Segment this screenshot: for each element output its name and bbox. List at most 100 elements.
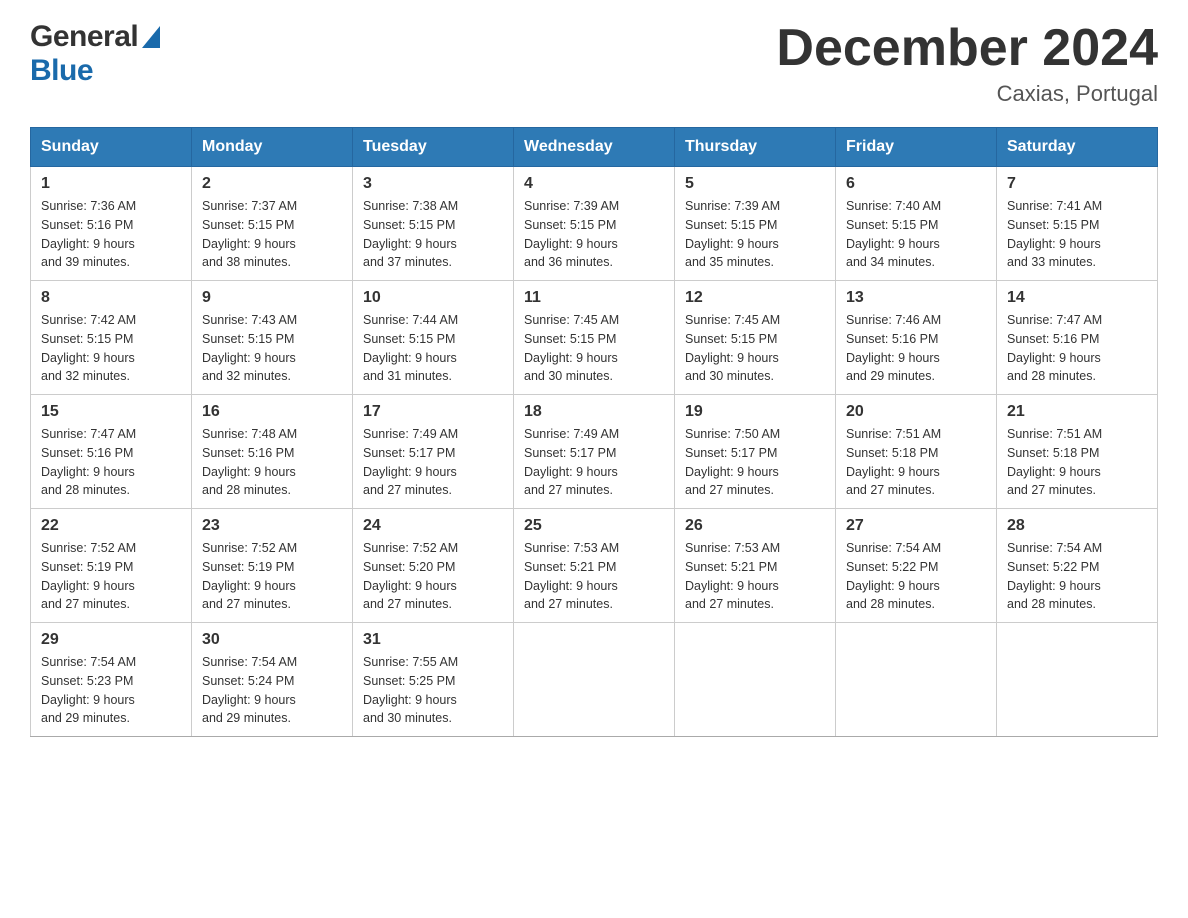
day-info: Sunrise: 7:49 AM Sunset: 5:17 PM Dayligh… bbox=[363, 425, 503, 500]
day-number: 4 bbox=[524, 175, 664, 193]
calendar-cell: 25 Sunrise: 7:53 AM Sunset: 5:21 PM Dayl… bbox=[514, 509, 675, 623]
calendar-cell: 30 Sunrise: 7:54 AM Sunset: 5:24 PM Dayl… bbox=[192, 623, 353, 737]
day-info: Sunrise: 7:49 AM Sunset: 5:17 PM Dayligh… bbox=[524, 425, 664, 500]
day-info: Sunrise: 7:51 AM Sunset: 5:18 PM Dayligh… bbox=[846, 425, 986, 500]
calendar-cell: 9 Sunrise: 7:43 AM Sunset: 5:15 PM Dayli… bbox=[192, 281, 353, 395]
calendar-cell: 26 Sunrise: 7:53 AM Sunset: 5:21 PM Dayl… bbox=[675, 509, 836, 623]
calendar-cell: 18 Sunrise: 7:49 AM Sunset: 5:17 PM Dayl… bbox=[514, 395, 675, 509]
header-wednesday: Wednesday bbox=[514, 128, 675, 167]
calendar-cell: 29 Sunrise: 7:54 AM Sunset: 5:23 PM Dayl… bbox=[31, 623, 192, 737]
calendar-cell: 12 Sunrise: 7:45 AM Sunset: 5:15 PM Dayl… bbox=[675, 281, 836, 395]
calendar-cell: 11 Sunrise: 7:45 AM Sunset: 5:15 PM Dayl… bbox=[514, 281, 675, 395]
header-monday: Monday bbox=[192, 128, 353, 167]
calendar-cell: 3 Sunrise: 7:38 AM Sunset: 5:15 PM Dayli… bbox=[353, 167, 514, 281]
calendar-cell: 20 Sunrise: 7:51 AM Sunset: 5:18 PM Dayl… bbox=[836, 395, 997, 509]
day-number: 27 bbox=[846, 517, 986, 535]
calendar-cell: 17 Sunrise: 7:49 AM Sunset: 5:17 PM Dayl… bbox=[353, 395, 514, 509]
header-saturday: Saturday bbox=[997, 128, 1158, 167]
day-info: Sunrise: 7:54 AM Sunset: 5:22 PM Dayligh… bbox=[846, 539, 986, 614]
calendar-cell: 7 Sunrise: 7:41 AM Sunset: 5:15 PM Dayli… bbox=[997, 167, 1158, 281]
day-info: Sunrise: 7:36 AM Sunset: 5:16 PM Dayligh… bbox=[41, 197, 181, 272]
calendar-cell: 16 Sunrise: 7:48 AM Sunset: 5:16 PM Dayl… bbox=[192, 395, 353, 509]
day-info: Sunrise: 7:48 AM Sunset: 5:16 PM Dayligh… bbox=[202, 425, 342, 500]
header-thursday: Thursday bbox=[675, 128, 836, 167]
calendar-cell: 23 Sunrise: 7:52 AM Sunset: 5:19 PM Dayl… bbox=[192, 509, 353, 623]
calendar-cell: 4 Sunrise: 7:39 AM Sunset: 5:15 PM Dayli… bbox=[514, 167, 675, 281]
day-info: Sunrise: 7:44 AM Sunset: 5:15 PM Dayligh… bbox=[363, 311, 503, 386]
calendar-cell: 14 Sunrise: 7:47 AM Sunset: 5:16 PM Dayl… bbox=[997, 281, 1158, 395]
calendar-cell: 15 Sunrise: 7:47 AM Sunset: 5:16 PM Dayl… bbox=[31, 395, 192, 509]
title-section: December 2024 Caxias, Portugal bbox=[776, 20, 1158, 107]
day-info: Sunrise: 7:39 AM Sunset: 5:15 PM Dayligh… bbox=[685, 197, 825, 272]
calendar-week-4: 22 Sunrise: 7:52 AM Sunset: 5:19 PM Dayl… bbox=[31, 509, 1158, 623]
calendar-cell: 27 Sunrise: 7:54 AM Sunset: 5:22 PM Dayl… bbox=[836, 509, 997, 623]
day-number: 28 bbox=[1007, 517, 1147, 535]
day-number: 22 bbox=[41, 517, 181, 535]
day-info: Sunrise: 7:41 AM Sunset: 5:15 PM Dayligh… bbox=[1007, 197, 1147, 272]
day-info: Sunrise: 7:52 AM Sunset: 5:19 PM Dayligh… bbox=[202, 539, 342, 614]
day-info: Sunrise: 7:38 AM Sunset: 5:15 PM Dayligh… bbox=[363, 197, 503, 272]
logo-general: General bbox=[30, 20, 160, 54]
day-number: 17 bbox=[363, 403, 503, 421]
day-info: Sunrise: 7:54 AM Sunset: 5:22 PM Dayligh… bbox=[1007, 539, 1147, 614]
calendar-cell: 21 Sunrise: 7:51 AM Sunset: 5:18 PM Dayl… bbox=[997, 395, 1158, 509]
calendar-week-1: 1 Sunrise: 7:36 AM Sunset: 5:16 PM Dayli… bbox=[31, 167, 1158, 281]
day-number: 2 bbox=[202, 175, 342, 193]
logo: General Blue bbox=[30, 20, 160, 88]
day-number: 8 bbox=[41, 289, 181, 307]
calendar-cell: 13 Sunrise: 7:46 AM Sunset: 5:16 PM Dayl… bbox=[836, 281, 997, 395]
day-number: 21 bbox=[1007, 403, 1147, 421]
day-info: Sunrise: 7:45 AM Sunset: 5:15 PM Dayligh… bbox=[524, 311, 664, 386]
day-number: 3 bbox=[363, 175, 503, 193]
calendar-cell: 10 Sunrise: 7:44 AM Sunset: 5:15 PM Dayl… bbox=[353, 281, 514, 395]
day-info: Sunrise: 7:50 AM Sunset: 5:17 PM Dayligh… bbox=[685, 425, 825, 500]
calendar-cell: 1 Sunrise: 7:36 AM Sunset: 5:16 PM Dayli… bbox=[31, 167, 192, 281]
day-number: 26 bbox=[685, 517, 825, 535]
month-title: December 2024 bbox=[776, 20, 1158, 77]
calendar-cell: 19 Sunrise: 7:50 AM Sunset: 5:17 PM Dayl… bbox=[675, 395, 836, 509]
calendar-week-5: 29 Sunrise: 7:54 AM Sunset: 5:23 PM Dayl… bbox=[31, 623, 1158, 737]
location-title: Caxias, Portugal bbox=[776, 81, 1158, 107]
calendar-cell bbox=[514, 623, 675, 737]
header-sunday: Sunday bbox=[31, 128, 192, 167]
calendar-cell bbox=[836, 623, 997, 737]
day-info: Sunrise: 7:52 AM Sunset: 5:20 PM Dayligh… bbox=[363, 539, 503, 614]
day-number: 29 bbox=[41, 631, 181, 649]
header-tuesday: Tuesday bbox=[353, 128, 514, 167]
calendar-week-2: 8 Sunrise: 7:42 AM Sunset: 5:15 PM Dayli… bbox=[31, 281, 1158, 395]
day-number: 14 bbox=[1007, 289, 1147, 307]
calendar-cell: 22 Sunrise: 7:52 AM Sunset: 5:19 PM Dayl… bbox=[31, 509, 192, 623]
day-number: 9 bbox=[202, 289, 342, 307]
day-info: Sunrise: 7:43 AM Sunset: 5:15 PM Dayligh… bbox=[202, 311, 342, 386]
day-number: 11 bbox=[524, 289, 664, 307]
day-info: Sunrise: 7:54 AM Sunset: 5:24 PM Dayligh… bbox=[202, 653, 342, 728]
day-number: 5 bbox=[685, 175, 825, 193]
calendar-table: SundayMondayTuesdayWednesdayThursdayFrid… bbox=[30, 127, 1158, 737]
day-info: Sunrise: 7:47 AM Sunset: 5:16 PM Dayligh… bbox=[1007, 311, 1147, 386]
day-number: 7 bbox=[1007, 175, 1147, 193]
day-number: 12 bbox=[685, 289, 825, 307]
logo-blue: Blue bbox=[30, 54, 160, 88]
day-number: 20 bbox=[846, 403, 986, 421]
calendar-cell: 28 Sunrise: 7:54 AM Sunset: 5:22 PM Dayl… bbox=[997, 509, 1158, 623]
day-info: Sunrise: 7:52 AM Sunset: 5:19 PM Dayligh… bbox=[41, 539, 181, 614]
calendar-week-3: 15 Sunrise: 7:47 AM Sunset: 5:16 PM Dayl… bbox=[31, 395, 1158, 509]
day-info: Sunrise: 7:51 AM Sunset: 5:18 PM Dayligh… bbox=[1007, 425, 1147, 500]
day-info: Sunrise: 7:53 AM Sunset: 5:21 PM Dayligh… bbox=[685, 539, 825, 614]
calendar-cell: 5 Sunrise: 7:39 AM Sunset: 5:15 PM Dayli… bbox=[675, 167, 836, 281]
logo-text: General Blue bbox=[30, 20, 160, 88]
day-info: Sunrise: 7:37 AM Sunset: 5:15 PM Dayligh… bbox=[202, 197, 342, 272]
calendar-cell: 8 Sunrise: 7:42 AM Sunset: 5:15 PM Dayli… bbox=[31, 281, 192, 395]
calendar-cell: 6 Sunrise: 7:40 AM Sunset: 5:15 PM Dayli… bbox=[836, 167, 997, 281]
calendar-cell: 24 Sunrise: 7:52 AM Sunset: 5:20 PM Dayl… bbox=[353, 509, 514, 623]
page-header: General Blue December 2024 Caxias, Portu… bbox=[30, 20, 1158, 107]
day-number: 23 bbox=[202, 517, 342, 535]
calendar-cell bbox=[997, 623, 1158, 737]
day-info: Sunrise: 7:46 AM Sunset: 5:16 PM Dayligh… bbox=[846, 311, 986, 386]
calendar-cell: 31 Sunrise: 7:55 AM Sunset: 5:25 PM Dayl… bbox=[353, 623, 514, 737]
header-friday: Friday bbox=[836, 128, 997, 167]
day-number: 6 bbox=[846, 175, 986, 193]
day-number: 18 bbox=[524, 403, 664, 421]
day-number: 15 bbox=[41, 403, 181, 421]
calendar-header-row: SundayMondayTuesdayWednesdayThursdayFrid… bbox=[31, 128, 1158, 167]
